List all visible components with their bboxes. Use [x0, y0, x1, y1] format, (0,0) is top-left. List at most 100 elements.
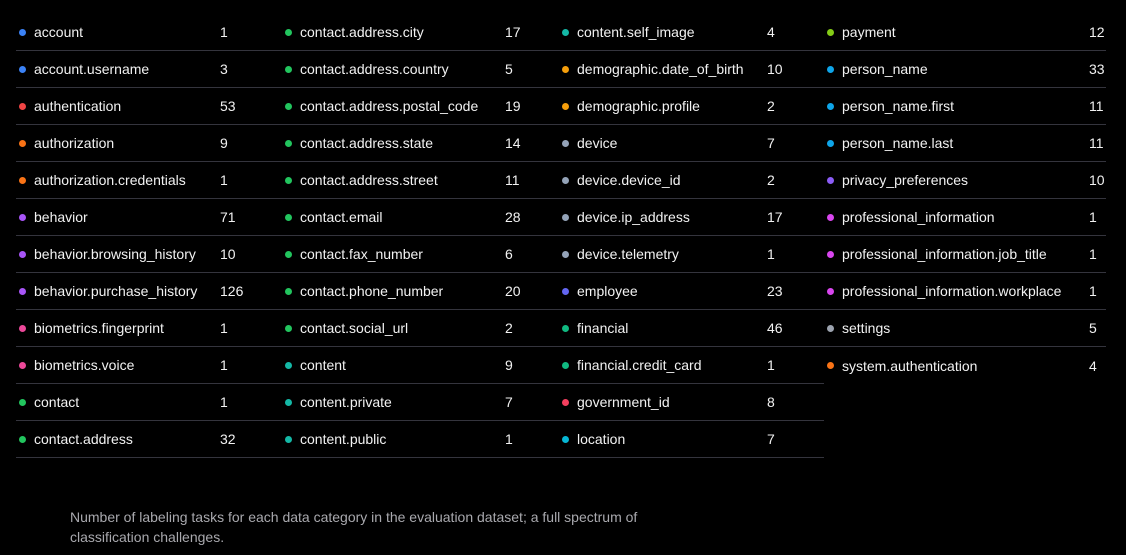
category-color-dot-icon [562, 398, 569, 406]
category-name: content.public [300, 431, 387, 447]
category-color-dot-icon [562, 28, 569, 36]
category-row: content.private 7 [282, 384, 559, 421]
category-name: contact.phone_number [300, 283, 444, 299]
category-count: 7 [505, 394, 513, 410]
category-name: contact.address.street [300, 172, 438, 188]
category-row: location 7 [559, 421, 824, 458]
category-row: device.telemetry 1 [559, 236, 824, 273]
category-color-dot-icon [827, 213, 834, 221]
category-name: person_name.last [842, 135, 954, 151]
category-color-dot-icon [827, 102, 834, 110]
category-name: financial [577, 320, 629, 336]
category-row: content.public 1 [282, 421, 559, 458]
category-color-dot-icon [827, 65, 834, 73]
category-row: contact.email 28 [282, 199, 559, 236]
category-color-dot-icon [562, 176, 569, 184]
category-color-dot-icon [562, 324, 569, 332]
category-color-dot-icon [19, 102, 26, 110]
category-count: 28 [505, 209, 521, 225]
category-name: privacy_preferences [842, 172, 969, 188]
category-count: 9 [220, 135, 228, 151]
category-row: contact 1 [16, 384, 282, 421]
category-count: 12 [1089, 24, 1105, 40]
category-count: 7 [767, 431, 775, 447]
category-row: professional_information.workplace 1 [824, 273, 1106, 310]
category-row: content.self_image 4 [559, 14, 824, 51]
category-count: 20 [505, 283, 521, 299]
category-count: 32 [220, 431, 236, 447]
category-name: demographic.profile [577, 98, 700, 114]
category-color-dot-icon [19, 435, 26, 443]
category-count: 17 [767, 209, 783, 225]
category-color-dot-icon [827, 362, 834, 369]
category-count: 33 [1089, 61, 1105, 77]
category-count: 5 [505, 61, 513, 77]
category-color-dot-icon [19, 65, 26, 73]
category-name: location [577, 431, 626, 447]
category-name: demographic.date_of_birth [577, 61, 744, 77]
category-name: content [300, 357, 346, 373]
category-row: system.authentication 4 [824, 347, 1106, 384]
category-name: person_name.first [842, 98, 955, 114]
category-name: professional_information.job_title [842, 246, 1047, 262]
category-count: 1 [1089, 283, 1097, 299]
category-name: contact.address.postal_code [300, 98, 479, 114]
category-row: government_id 8 [559, 384, 824, 421]
category-color-dot-icon [285, 139, 292, 147]
category-row: contact.address.postal_code 19 [282, 88, 559, 125]
category-name: device.device_id [577, 172, 681, 188]
category-count: 1 [220, 172, 228, 188]
category-row: contact.address.city 17 [282, 14, 559, 51]
category-row: professional_information.job_title 1 [824, 236, 1106, 273]
category-count: 1 [220, 357, 228, 373]
category-row: authorization 9 [16, 125, 282, 162]
category-name: contact.address.city [300, 24, 424, 40]
category-count: 1 [505, 431, 513, 447]
category-row: authentication 53 [16, 88, 282, 125]
category-count: 6 [505, 246, 513, 262]
category-name: financial.credit_card [577, 357, 702, 373]
category-row: biometrics.fingerprint 1 [16, 310, 282, 347]
category-color-dot-icon [562, 250, 569, 258]
category-row: person_name.first 11 [824, 88, 1106, 125]
category-name: employee [577, 283, 638, 299]
category-color-dot-icon [19, 287, 26, 295]
category-color-dot-icon [827, 176, 834, 184]
category-color-dot-icon [285, 287, 292, 295]
category-count: 11 [1089, 98, 1104, 114]
category-row: account.username 3 [16, 51, 282, 88]
category-row: demographic.profile 2 [559, 88, 824, 125]
category-row: account 1 [16, 14, 282, 51]
category-row: content 9 [282, 347, 559, 384]
table-caption: Number of labeling tasks for each data c… [70, 509, 638, 545]
category-color-dot-icon [562, 102, 569, 110]
category-name: contact.address [34, 431, 133, 447]
category-row: settings 5 [824, 310, 1106, 347]
category-count: 1 [1089, 246, 1097, 262]
category-row: contact.address.country 5 [282, 51, 559, 88]
category-row: employee 23 [559, 273, 824, 310]
category-row: professional_information 1 [824, 199, 1106, 236]
category-name: professional_information [842, 209, 995, 225]
category-color-dot-icon [285, 176, 292, 184]
category-row: behavior 71 [16, 199, 282, 236]
category-name: biometrics.fingerprint [34, 320, 164, 336]
category-row: payment 12 [824, 14, 1106, 51]
category-name: content.private [300, 394, 392, 410]
category-count: 9 [505, 357, 513, 373]
category-name: behavior.browsing_history [34, 246, 196, 262]
category-count: 10 [220, 246, 236, 262]
category-column-1: account 1 account.username 3 authentication 5… [16, 14, 282, 458]
category-row: person_name.last 11 [824, 125, 1106, 162]
category-count: 8 [767, 394, 775, 410]
category-name: contact.social_url [300, 320, 409, 336]
category-row: behavior.purchase_history 126 [16, 273, 282, 310]
category-color-dot-icon [19, 361, 26, 369]
category-name: biometrics.voice [34, 357, 135, 373]
category-color-dot-icon [19, 139, 26, 147]
category-color-dot-icon [285, 324, 292, 332]
category-count: 1 [767, 357, 775, 373]
category-row: contact.address 32 [16, 421, 282, 458]
category-row: contact.fax_number 6 [282, 236, 559, 273]
category-row: biometrics.voice 1 [16, 347, 282, 384]
